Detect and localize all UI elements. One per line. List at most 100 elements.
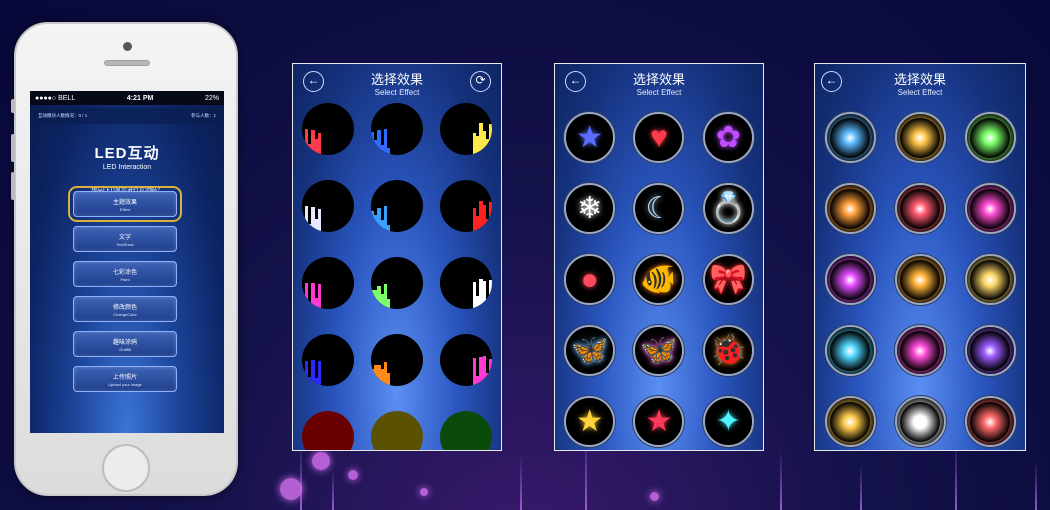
spectrum-white2-icon[interactable] (440, 257, 493, 309)
menu-button-graffiti[interactable]: 趣味涂鸦 Graffiti (73, 331, 177, 357)
heart-icon[interactable]: ♥ (633, 112, 685, 163)
volume-up-button (11, 134, 15, 162)
firework-pink-icon[interactable] (894, 325, 946, 376)
menu-button-label: 文字 (118, 235, 131, 241)
panel-header: ← 选择效果 Select Effect ⟳ (293, 64, 501, 102)
spectrum-yellow-icon[interactable] (440, 103, 493, 155)
butterfly-blue-icon[interactable]: 🦋 (564, 325, 616, 376)
home-button[interactable] (102, 444, 150, 492)
spectrum-green-icon[interactable] (440, 411, 493, 450)
spectrum-blue-icon[interactable] (370, 103, 423, 155)
star-icon-glyph: ★ (576, 120, 604, 154)
panel-header: ← 选择效果 Select Effect (555, 64, 763, 102)
sparkle-icon[interactable]: ✦ (702, 396, 754, 447)
firework-white-icon[interactable] (894, 396, 946, 447)
menu-button-textshow[interactable]: 文字 TextShow (73, 226, 177, 252)
spectrum-olive-icon[interactable] (370, 411, 423, 450)
firework-red-icon[interactable] (894, 183, 946, 234)
app-title: LED互动 (94, 145, 160, 162)
firework-cyan-icon[interactable] (824, 325, 876, 376)
firework-yellow-icon[interactable] (964, 254, 1016, 305)
firework-burst (970, 117, 1010, 158)
balloon-icon[interactable]: ● (564, 254, 616, 305)
menu-button-paint[interactable]: 七彩涂色 Paint (73, 261, 177, 287)
butterfly-pink-icon[interactable]: 🦋 (633, 325, 685, 376)
spectrum-red-icon[interactable] (301, 103, 354, 155)
back-arrow-icon[interactable]: ← (303, 71, 324, 92)
moon-icon[interactable]: ☾ (633, 183, 685, 234)
menu-button-sublabel: Paint (120, 277, 130, 282)
star-icon[interactable]: ★ (564, 112, 616, 163)
firework-burst (830, 117, 870, 158)
firework-burst (970, 188, 1010, 229)
panel-subtitle: Select Effect (897, 88, 943, 97)
firework-red-white-icon[interactable] (964, 396, 1016, 447)
panel-subtitle: Select Effect (374, 88, 420, 97)
firework-green-icon[interactable] (964, 112, 1016, 163)
clock: 4:21 PM (126, 94, 154, 102)
flower-icon[interactable]: ✿ (702, 112, 754, 163)
red-star-icon[interactable]: ★ (633, 396, 685, 447)
firework-rocket-icon[interactable] (824, 396, 876, 447)
spectrum-orange-icon[interactable] (370, 334, 423, 386)
panel-header: ← 选择效果 Select Effect (815, 64, 1025, 102)
spectrum-red2-icon[interactable] (440, 180, 493, 232)
ladybug-icon-glyph: 🐞 (709, 333, 747, 367)
effect-panel-icons: ← 选择效果 Select Effect ★ ♥ ✿ ❄ ☾ 💍 ● 🐠 🎀 🦋 🦋 🐞 ★ ★ ✦ (554, 63, 764, 451)
spectrum-magenta-icon[interactable] (301, 257, 354, 309)
back-arrow-icon[interactable]: ← (821, 71, 842, 92)
back-arrow-icon[interactable]: ← (565, 71, 586, 92)
menu-button-label: 上传照片 (112, 375, 137, 381)
firework-burst (830, 188, 870, 229)
menu-button-sublabel: TextShow (116, 242, 134, 247)
panel-title: 选择效果 (893, 72, 946, 87)
front-camera (123, 42, 132, 51)
firework-violet-icon[interactable] (964, 325, 1016, 376)
ring-icon[interactable]: 💍 (702, 183, 754, 234)
moon-icon-glyph: ☾ (645, 191, 673, 225)
snowflake-icon[interactable]: ❄ (564, 183, 616, 234)
firework-amber-icon[interactable] (894, 254, 946, 305)
effect-grid: ★ ♥ ✿ ❄ ☾ 💍 ● 🐠 🎀 🦋 🦋 🐞 ★ ★ ✦ (555, 102, 763, 447)
module-status: 互动模块人数情况：0 / 1 (38, 113, 88, 118)
status-bar: ●●●●○ BELL 4:21 PM 22% (30, 91, 224, 105)
menu-button-sublabel: Effect (119, 207, 131, 212)
menu-button-effect[interactable]: 主题效果 Effect (68, 186, 182, 222)
firework-magenta-icon[interactable] (824, 254, 876, 305)
refresh-icon[interactable]: ⟳ (470, 71, 491, 92)
firework-burst (900, 259, 940, 300)
firework-burst (830, 401, 870, 442)
menu-button-changecolor[interactable]: 修改颜色 ChangeColor (73, 296, 177, 322)
firework-gold-icon[interactable] (894, 112, 946, 163)
firework-burst (900, 188, 940, 229)
menu-button-upload-your-image[interactable]: 上传照片 Upload your image (73, 366, 177, 392)
firework-multicolor-icon[interactable] (964, 183, 1016, 234)
firework-orange-icon[interactable] (824, 183, 876, 234)
firework-burst (970, 330, 1010, 371)
snowflake-icon-glyph: ❄ (577, 191, 603, 225)
gold-star-icon-glyph: ★ (576, 404, 604, 438)
spectrum-blue2-icon[interactable] (370, 180, 423, 232)
effect-panel-fireworks: ← 选择效果 Select Effect (814, 63, 1026, 451)
firework-burst (900, 401, 940, 442)
menu-button-label: 修改颜色 (112, 305, 137, 311)
gold-star-icon[interactable]: ★ (564, 396, 616, 447)
bow-icon-glyph: 🎀 (709, 262, 747, 296)
spectrum-navy-icon[interactable] (301, 334, 354, 386)
clownfish-icon[interactable]: 🐠 (633, 254, 685, 305)
spectrum-rainbow-icon[interactable] (370, 257, 423, 309)
spectrum-white-icon[interactable] (301, 180, 354, 232)
panel-title: 选择效果 (632, 72, 685, 87)
butterfly-pink-icon-glyph: 🦋 (640, 333, 678, 367)
firework-blue-icon[interactable] (824, 112, 876, 163)
effect-grid (815, 102, 1025, 447)
heart-icon-glyph: ♥ (650, 120, 668, 154)
spectrum-pink-icon[interactable] (440, 334, 493, 386)
phone-mockup: ●●●●○ BELL 4:21 PM 22% 互动模块人数情况：0 / 1 参与… (11, 22, 238, 496)
firework-burst (970, 401, 1010, 442)
clownfish-icon-glyph: 🐠 (640, 262, 678, 296)
bow-icon[interactable]: 🎀 (702, 254, 754, 305)
menu-button-label: 趣味涂鸦 (112, 340, 137, 346)
spectrum-maroon-icon[interactable] (301, 411, 354, 450)
ladybug-icon[interactable]: 🐞 (702, 325, 754, 376)
